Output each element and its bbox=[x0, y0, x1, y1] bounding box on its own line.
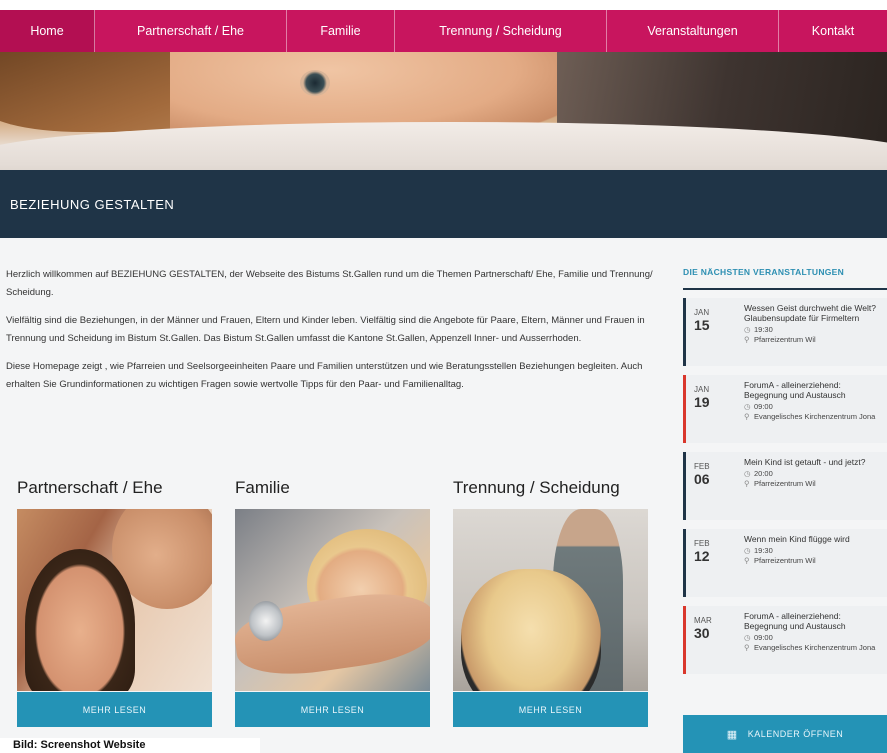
card-title: Familie bbox=[235, 478, 290, 497]
card-trennung: Trennung / Scheidung MEHR LESEN bbox=[453, 473, 648, 727]
event-place-row: ⚲ Pfarreizentrum Wil bbox=[744, 335, 884, 344]
nav-item-home[interactable]: Home bbox=[0, 10, 95, 52]
photo-woman bbox=[25, 549, 135, 691]
event-time-row: ◷ 09:00 bbox=[744, 402, 884, 411]
event-item[interactable]: FEB 12 Wenn mein Kind flügge wird ◷ 19:30… bbox=[683, 529, 887, 597]
event-title[interactable]: Wessen Geist durchweht die Welt? Glauben… bbox=[744, 303, 884, 323]
main-nav: Home Partnerschaft / Ehe Familie Trennun… bbox=[0, 10, 887, 52]
event-item[interactable]: FEB 06 Mein Kind ist getauft - und jetzt… bbox=[683, 452, 887, 520]
event-place-row: ⚲ Evangelisches Kirchenzentrum Jona bbox=[744, 643, 884, 652]
event-place: Pfarreizentrum Wil bbox=[754, 335, 816, 344]
event-time-row: ◷ 09:00 bbox=[744, 633, 884, 642]
card-title: Trennung / Scheidung bbox=[453, 478, 620, 497]
nav-item-familie[interactable]: Familie bbox=[287, 10, 395, 52]
event-place-row: ⚲ Evangelisches Kirchenzentrum Jona bbox=[744, 412, 884, 421]
event-title[interactable]: Wenn mein Kind flügge wird bbox=[744, 534, 884, 544]
event-info: Wenn mein Kind flügge wird ◷ 19:30 ⚲ Pfarr… bbox=[744, 534, 884, 565]
event-time-row: ◷ 20:00 bbox=[744, 469, 884, 478]
location-pin-icon: ⚲ bbox=[744, 412, 750, 421]
card-familie: Familie MEHR LESEN bbox=[235, 473, 430, 727]
read-more-button[interactable]: MEHR LESEN bbox=[235, 692, 430, 727]
card-photo-separation[interactable] bbox=[453, 509, 648, 691]
card-title: Partnerschaft / Ehe bbox=[17, 478, 163, 497]
event-date: FEB 12 bbox=[694, 539, 730, 564]
calendar-icon: ▦ bbox=[726, 728, 738, 741]
intro-paragraph-2: Vielfältig sind die Beziehungen, in der … bbox=[6, 315, 645, 344]
event-title[interactable]: ForumA - alleinerziehend: Begegnung und … bbox=[744, 380, 884, 400]
event-time: 20:00 bbox=[754, 469, 773, 478]
event-time-row: ◷ 19:30 bbox=[744, 546, 884, 555]
open-calendar-button[interactable]: ▦ KALENDER ÖFFNEN bbox=[683, 715, 887, 753]
clock-icon: ◷ bbox=[744, 325, 751, 334]
intro-text: Herzlich willkommen auf BEZIEHUNG GESTAL… bbox=[6, 266, 656, 404]
event-day: 30 bbox=[694, 625, 710, 641]
read-more-button[interactable]: MEHR LESEN bbox=[453, 692, 648, 727]
event-place-row: ⚲ Pfarreizentrum Wil bbox=[744, 556, 884, 565]
event-time: 09:00 bbox=[754, 402, 773, 411]
card-photo-couple[interactable] bbox=[17, 509, 212, 691]
page-title-bar: BEZIEHUNG GESTALTEN bbox=[0, 170, 887, 238]
event-time-row: ◷ 19:30 bbox=[744, 325, 884, 334]
photo-watch bbox=[249, 601, 283, 641]
event-place: Pfarreizentrum Wil bbox=[754, 556, 816, 565]
event-date: FEB 06 bbox=[694, 462, 730, 487]
event-date: JAN 19 bbox=[694, 385, 730, 410]
nav-item-veranstaltungen[interactable]: Veranstaltungen bbox=[607, 10, 779, 52]
image-caption: Bild: Screenshot Website bbox=[0, 738, 260, 753]
event-time: 09:00 bbox=[754, 633, 773, 642]
event-item[interactable]: JAN 15 Wessen Geist durchweht die Welt? … bbox=[683, 298, 887, 366]
event-day: 12 bbox=[694, 548, 710, 564]
location-pin-icon: ⚲ bbox=[744, 479, 750, 488]
event-time: 19:30 bbox=[754, 325, 773, 334]
events-sidebar: DIE NÄCHSTEN VERANSTALTUNGEN JAN 15 Wess… bbox=[683, 262, 887, 683]
event-item[interactable]: JAN 19 ForumA - alleinerziehend: Begegnu… bbox=[683, 375, 887, 443]
event-date: MAR 30 bbox=[694, 616, 730, 641]
event-day: 06 bbox=[694, 471, 710, 487]
event-date: JAN 15 bbox=[694, 308, 730, 333]
nav-item-partnerschaft[interactable]: Partnerschaft / Ehe bbox=[95, 10, 287, 52]
nav-item-kontakt[interactable]: Kontakt bbox=[779, 10, 887, 52]
card-photo-family[interactable] bbox=[235, 509, 430, 691]
intro-paragraph-1: Herzlich willkommen auf BEZIEHUNG GESTAL… bbox=[6, 269, 653, 298]
event-day: 15 bbox=[694, 317, 710, 333]
event-day: 19 bbox=[694, 394, 710, 410]
clock-icon: ◷ bbox=[744, 469, 751, 478]
event-info: Mein Kind ist getauft - und jetzt? ◷ 20:0… bbox=[744, 457, 884, 488]
event-item[interactable]: MAR 30 ForumA - alleinerziehend: Begegnu… bbox=[683, 606, 887, 674]
location-pin-icon: ⚲ bbox=[744, 556, 750, 565]
event-place-row: ⚲ Pfarreizentrum Wil bbox=[744, 479, 884, 488]
hero-image bbox=[0, 52, 887, 170]
event-title[interactable]: Mein Kind ist getauft - und jetzt? bbox=[744, 457, 884, 467]
location-pin-icon: ⚲ bbox=[744, 335, 750, 344]
nav-item-trennung[interactable]: Trennung / Scheidung bbox=[395, 10, 607, 52]
page-title: BEZIEHUNG GESTALTEN bbox=[10, 196, 175, 212]
clock-icon: ◷ bbox=[744, 402, 751, 411]
event-info: Wessen Geist durchweht die Welt? Glauben… bbox=[744, 303, 884, 344]
open-calendar-label: KALENDER ÖFFNEN bbox=[747, 729, 844, 739]
clock-icon: ◷ bbox=[744, 633, 751, 642]
clock-icon: ◷ bbox=[744, 546, 751, 555]
events-title: DIE NÄCHSTEN VERANSTALTUNGEN bbox=[683, 262, 887, 290]
intro-paragraph-3: Diese Homepage zeigt , wie Pfarreien und… bbox=[6, 361, 643, 390]
location-pin-icon: ⚲ bbox=[744, 643, 750, 652]
photo-woman-head bbox=[461, 569, 601, 691]
event-place: Evangelisches Kirchenzentrum Jona bbox=[754, 412, 876, 421]
read-more-button[interactable]: MEHR LESEN bbox=[17, 692, 212, 727]
card-partnerschaft: Partnerschaft / Ehe MEHR LESEN bbox=[17, 473, 212, 727]
event-title[interactable]: ForumA - alleinerziehend: Begegnung und … bbox=[744, 611, 884, 631]
event-place: Evangelisches Kirchenzentrum Jona bbox=[754, 643, 876, 652]
event-info: ForumA - alleinerziehend: Begegnung und … bbox=[744, 380, 884, 421]
event-place: Pfarreizentrum Wil bbox=[754, 479, 816, 488]
event-info: ForumA - alleinerziehend: Begegnung und … bbox=[744, 611, 884, 652]
event-time: 19:30 bbox=[754, 546, 773, 555]
hero-eye bbox=[300, 70, 330, 96]
